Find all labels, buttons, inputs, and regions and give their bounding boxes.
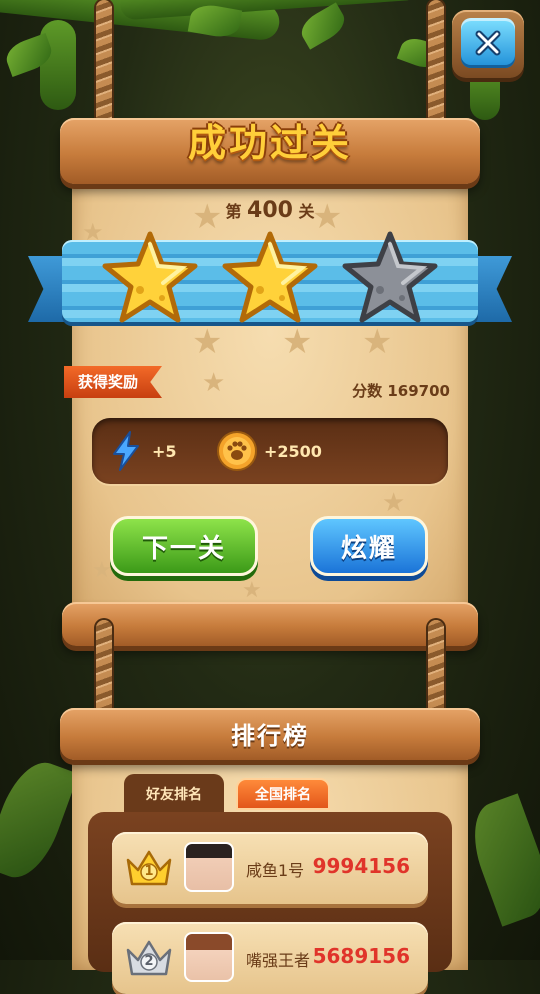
- player-name: 嘴强王者: [246, 951, 311, 970]
- paw-coin-icon: [217, 431, 257, 471]
- share-button[interactable]: 炫耀: [310, 516, 428, 576]
- player-score: 5689156: [312, 944, 410, 968]
- page-title: 成功过关: [187, 121, 352, 165]
- rank-number: 1: [144, 864, 154, 879]
- level-indicator: 第 400 关: [225, 198, 315, 223]
- avatar: [184, 932, 234, 982]
- reward-tag: 获得奖励: [64, 366, 162, 398]
- energy-reward: +5: [152, 442, 177, 461]
- coin-reward: +2500: [264, 442, 322, 461]
- tab-national-ranking[interactable]: 全国排名: [236, 778, 330, 810]
- player-score: 9994156: [312, 854, 410, 878]
- panel-bottom-board: [62, 602, 478, 646]
- leaderboard-row[interactable]: 1 咸鱼1号 9994156: [112, 832, 428, 904]
- leaderboard-title: 排行榜: [231, 722, 309, 750]
- tab-friends-ranking[interactable]: 好友排名: [124, 774, 224, 814]
- leaderboard-row[interactable]: 2 嘴强王者 5689156: [112, 922, 428, 994]
- star-icon-filled: [102, 231, 198, 323]
- score-display: 分数 169700: [352, 382, 450, 400]
- next-level-button[interactable]: 下一关: [110, 516, 258, 576]
- rank-number: 2: [144, 954, 154, 969]
- reward-box: +5 +2500: [92, 418, 448, 484]
- star-icon-filled: [222, 231, 318, 323]
- close-icon: [461, 18, 515, 68]
- close-button[interactable]: [452, 10, 524, 78]
- player-name: 咸鱼1号: [246, 861, 305, 880]
- star-icon-empty: [342, 231, 438, 323]
- lightning-icon: [113, 431, 139, 471]
- avatar: [184, 842, 234, 892]
